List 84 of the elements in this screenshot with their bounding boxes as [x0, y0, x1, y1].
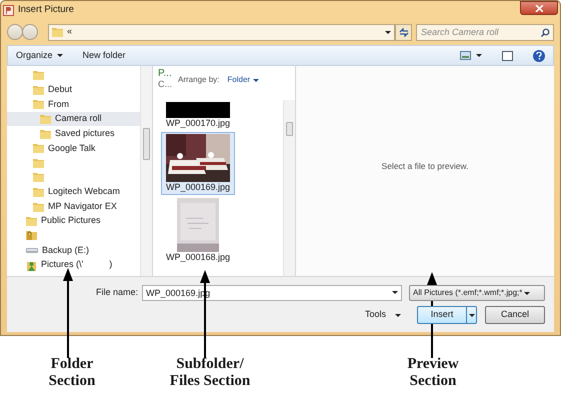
folder-tree-item[interactable]: MP Navigator EX: [7, 199, 140, 214]
cancel-button[interactable]: Cancel: [485, 306, 545, 324]
dropdown-arrow-icon: [385, 30, 391, 34]
app-icon: [3, 4, 14, 16]
folder-name-end: ): [109, 258, 112, 272]
library-title: P...: [158, 69, 172, 79]
folder-icon: [40, 114, 51, 124]
annotation-label: Subfolder/ Files Section: [168, 356, 252, 390]
folder-icon: [26, 216, 37, 226]
drive-icon: [26, 246, 38, 254]
search-icon: [541, 28, 550, 36]
dropdown-arrow-icon: [476, 54, 482, 57]
folder-name: Public Pictures: [41, 214, 101, 228]
file-type-dropdown[interactable]: All Pictures (*.emf;*.wmf;*.jpg;*: [409, 285, 545, 301]
folder-name: Pictures (\': [41, 258, 84, 272]
folder-icon: [52, 27, 63, 37]
address-path: «: [67, 25, 72, 38]
arrange-by-dropdown[interactable]: Folder: [227, 74, 260, 86]
help-button[interactable]: [533, 50, 545, 62]
folder-icon: [33, 84, 44, 95]
locked-folder-icon: [26, 230, 37, 242]
toolbar-button[interactable]: New folder: [82, 48, 126, 62]
arrange-by-label: Arrange by:: [178, 74, 220, 86]
folder-icon: [33, 187, 44, 198]
dropdown-arrow-icon: [524, 292, 530, 294]
file-item[interactable]: WP_000168.jpg: [161, 196, 235, 265]
tools-button[interactable]: Tools: [364, 308, 401, 322]
folder-name: Backup (E:): [42, 244, 90, 257]
folder-tree-item[interactable]: Public Pictures: [7, 214, 140, 229]
folder-tree-item[interactable]: Google Talk: [7, 140, 140, 156]
thumbnail-redacted: [166, 102, 230, 118]
folder-name: Debut: [48, 83, 72, 96]
dropdown-arrow-icon: [392, 291, 398, 294]
folder-tree-item[interactable]: From: [7, 97, 140, 112]
folder-icon: [33, 143, 44, 154]
scrollbar[interactable]: [140, 66, 152, 276]
address-bar[interactable]: «: [48, 24, 395, 40]
folder-icon: [40, 128, 51, 139]
folder-name: From: [48, 98, 69, 111]
folder-tree-item[interactable]: Debut: [7, 82, 140, 98]
annotation-label: Folder Section: [48, 356, 96, 390]
insert-options-button[interactable]: [466, 307, 476, 323]
forward-button[interactable]: [22, 24, 38, 40]
folder-name: MP Navigator EX: [48, 200, 117, 213]
close-button[interactable]: [520, 1, 558, 15]
dropdown-arrow-icon: [468, 314, 474, 316]
refresh-button[interactable]: [395, 24, 412, 40]
folder-icon: [33, 172, 44, 182]
file-name: WP_000168.jpg: [166, 252, 230, 263]
view-options-button[interactable]: [460, 51, 482, 60]
folder-name: Google Talk: [48, 142, 96, 155]
dropdown-arrow-icon: [395, 314, 401, 316]
scrollbar[interactable]: [283, 100, 295, 276]
view-icon: [460, 51, 471, 60]
file-name: WP_000169.jpg: [166, 182, 230, 193]
folder-icon: [33, 202, 44, 212]
folder-name: Logitech Webcam: [48, 185, 120, 198]
folder-tree-item[interactable]: Saved pictures: [7, 126, 140, 141]
file-item[interactable]: WP_000170.jpg: [161, 100, 235, 131]
search-field[interactable]: Search Camera roll: [416, 24, 554, 40]
file-name-label: File name:: [96, 286, 138, 300]
folder-tree-item[interactable]: Pictures (\' ): [7, 258, 140, 272]
dropdown-arrow-icon: [253, 78, 260, 82]
file-name: WP_000170.jpg: [166, 118, 230, 129]
annotation-label: Preview Section: [406, 356, 460, 390]
folder-icon: [33, 158, 44, 168]
help-icon: [536, 52, 542, 60]
close-icon: [535, 4, 543, 12]
folder-icon: [33, 99, 44, 110]
preview-message: Select a file to preview.: [382, 160, 468, 172]
pictures-library-icon: [26, 260, 37, 271]
folder-name: Camera roll: [55, 112, 102, 126]
back-button[interactable]: [7, 24, 23, 40]
library-subtitle: C...: [158, 79, 172, 89]
folder-tree-item[interactable]: Backup (E:): [7, 243, 140, 258]
file-item[interactable]: WP_000169.jpg: [161, 132, 235, 195]
folder-tree-item[interactable]: Camera roll: [7, 112, 140, 126]
folder-name: Saved pictures: [55, 126, 115, 140]
window-title: Insert Picture: [18, 2, 74, 17]
toolbar-button[interactable]: Organize: [16, 48, 63, 62]
folder-icon: [33, 70, 44, 80]
refresh-icon: [398, 28, 408, 36]
preview-pane-button[interactable]: [502, 50, 513, 60]
folder-tree-item[interactable]: Logitech Webcam: [7, 184, 140, 200]
